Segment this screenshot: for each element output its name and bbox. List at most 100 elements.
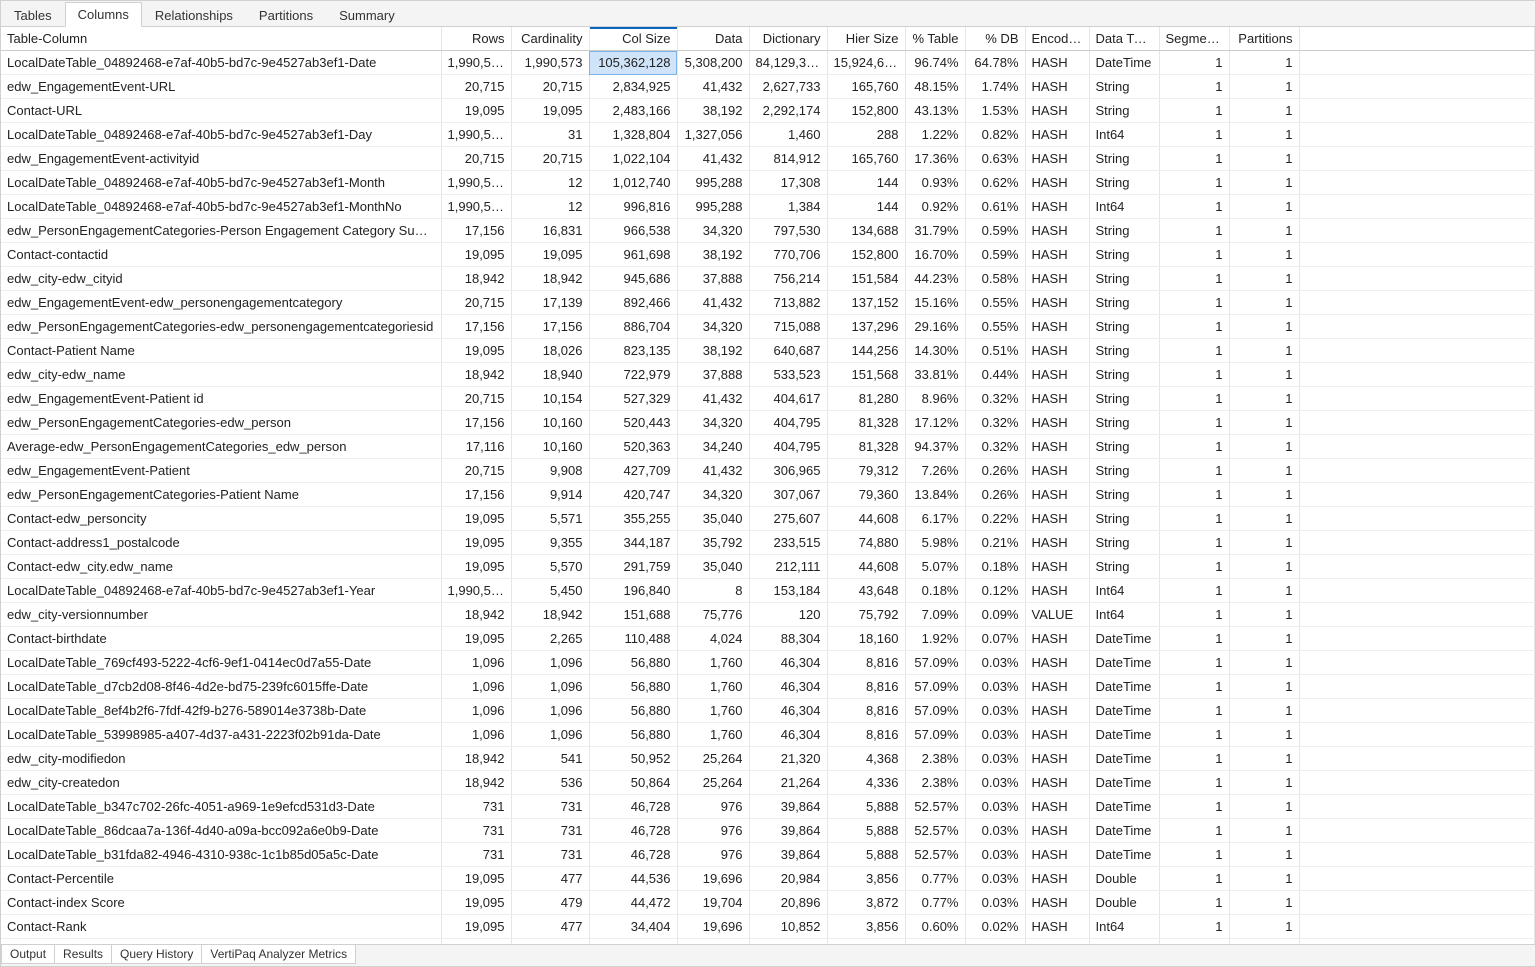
cell-col_size[interactable]: 291,759: [589, 555, 677, 579]
cell-hier[interactable]: 134,688: [827, 219, 905, 243]
bottom-tab-output[interactable]: Output: [1, 945, 55, 964]
cell-card[interactable]: 18,942: [511, 603, 589, 627]
cell-dict[interactable]: 797,530: [749, 219, 827, 243]
cell-name[interactable]: edw_city-edw_cityid: [1, 267, 441, 291]
cell-data[interactable]: 41,432: [677, 387, 749, 411]
cell-enc[interactable]: HASH: [1025, 915, 1089, 939]
cell-dict[interactable]: 39,864: [749, 795, 827, 819]
cell-rows[interactable]: 1,990,573: [441, 51, 511, 75]
cell-ptab[interactable]: 8.96%: [905, 387, 965, 411]
cell-hier[interactable]: 8,816: [827, 675, 905, 699]
cell-hier[interactable]: 144: [827, 171, 905, 195]
cell-part[interactable]: 1: [1229, 795, 1299, 819]
cell-hier[interactable]: 15,924,624: [827, 51, 905, 75]
cell-ptab[interactable]: 2.38%: [905, 771, 965, 795]
cell-card[interactable]: 9,914: [511, 483, 589, 507]
cell-col_size[interactable]: 1,012,740: [589, 171, 677, 195]
cell-dt[interactable]: String: [1089, 363, 1159, 387]
cell-dict[interactable]: 46,304: [749, 723, 827, 747]
cell-data[interactable]: 1,327,056: [677, 123, 749, 147]
cell-dict[interactable]: 2,292,174: [749, 99, 827, 123]
cell-rows[interactable]: 20,715: [441, 75, 511, 99]
cell-pdb[interactable]: 1.74%: [965, 75, 1025, 99]
cell-ptab[interactable]: 17.12%: [905, 411, 965, 435]
cell-col_size[interactable]: 892,466: [589, 291, 677, 315]
cell-name[interactable]: edw_PersonEngagementCategories-edw_perso…: [1, 411, 441, 435]
cell-rows[interactable]: 20,715: [441, 387, 511, 411]
cell-name[interactable]: LocalDateTable_04892468-e7af-40b5-bd7c-9…: [1, 123, 441, 147]
cell-name[interactable]: LocalDateTable_769cf493-5222-4cf6-9ef1-0…: [1, 651, 441, 675]
cell-ptab[interactable]: 44.23%: [905, 267, 965, 291]
cell-col_size[interactable]: 28,992: [589, 939, 677, 945]
cell-fill[interactable]: [1299, 531, 1535, 555]
table-row[interactable]: edw_EngagementEvent-Patient id20,71510,1…: [1, 387, 1535, 411]
cell-seg[interactable]: 1: [1159, 795, 1229, 819]
cell-card[interactable]: 5,571: [511, 507, 589, 531]
cell-part[interactable]: 1: [1229, 651, 1299, 675]
cell-name[interactable]: Contact-index Score: [1, 891, 441, 915]
header-dictionary[interactable]: Dictionary: [749, 27, 827, 51]
cell-dict[interactable]: 17,308: [749, 171, 827, 195]
tab-columns[interactable]: Columns: [65, 2, 142, 27]
cell-col_size[interactable]: 44,472: [589, 891, 677, 915]
cell-rows[interactable]: 19,095: [441, 531, 511, 555]
cell-name[interactable]: edw_PersonEngagementCategories-edw_perso…: [1, 315, 441, 339]
cell-seg[interactable]: 1: [1159, 147, 1229, 171]
cell-seg[interactable]: 1: [1159, 315, 1229, 339]
cell-dict[interactable]: 275,607: [749, 507, 827, 531]
cell-rows[interactable]: 19,095: [441, 99, 511, 123]
cell-fill[interactable]: [1299, 891, 1535, 915]
cell-dt[interactable]: String: [1089, 99, 1159, 123]
cell-card[interactable]: 9,355: [511, 531, 589, 555]
cell-seg[interactable]: 1: [1159, 747, 1229, 771]
cell-name[interactable]: LocalDateTable_b31fda82-4946-4310-938c-1…: [1, 843, 441, 867]
cell-enc[interactable]: HASH: [1025, 435, 1089, 459]
cell-dt[interactable]: DateTime: [1089, 675, 1159, 699]
cell-fill[interactable]: [1299, 219, 1535, 243]
cell-dt[interactable]: DateTime: [1089, 51, 1159, 75]
cell-dt[interactable]: String: [1089, 75, 1159, 99]
cell-pdb[interactable]: 64.78%: [965, 51, 1025, 75]
cell-part[interactable]: 1: [1229, 219, 1299, 243]
cell-enc[interactable]: HASH: [1025, 171, 1089, 195]
cell-part[interactable]: 1: [1229, 531, 1299, 555]
cell-card[interactable]: 731: [511, 795, 589, 819]
cell-dt[interactable]: Int64: [1089, 915, 1159, 939]
cell-seg[interactable]: 1: [1159, 531, 1229, 555]
cell-pdb[interactable]: 0.03%: [965, 819, 1025, 843]
cell-seg[interactable]: 1: [1159, 651, 1229, 675]
cell-seg[interactable]: 1: [1159, 411, 1229, 435]
cell-col_size[interactable]: 46,728: [589, 843, 677, 867]
cell-rows[interactable]: 20,715: [441, 147, 511, 171]
cell-col_size[interactable]: 355,255: [589, 507, 677, 531]
cell-enc[interactable]: HASH: [1025, 339, 1089, 363]
cell-fill[interactable]: [1299, 243, 1535, 267]
cell-hier[interactable]: 165,760: [827, 147, 905, 171]
cell-rows[interactable]: 20,715: [441, 939, 511, 945]
cell-seg[interactable]: 1: [1159, 267, 1229, 291]
cell-ptab[interactable]: 52.57%: [905, 819, 965, 843]
cell-dict[interactable]: 39,864: [749, 819, 827, 843]
cell-pdb[interactable]: 0.07%: [965, 627, 1025, 651]
cell-name[interactable]: edw_city-modifiedon: [1, 747, 441, 771]
cell-pdb[interactable]: 0.55%: [965, 291, 1025, 315]
cell-seg[interactable]: 1: [1159, 939, 1229, 945]
cell-ptab[interactable]: 1.22%: [905, 123, 965, 147]
cell-col_size[interactable]: 50,864: [589, 771, 677, 795]
cell-dt[interactable]: DateTime: [1089, 627, 1159, 651]
cell-hier[interactable]: 288: [827, 123, 905, 147]
grid-scroll[interactable]: Table-Column Rows Cardinality Col Size D…: [1, 27, 1535, 944]
cell-part[interactable]: 1: [1229, 315, 1299, 339]
cell-dt[interactable]: String: [1089, 147, 1159, 171]
cell-card[interactable]: 1,096: [511, 723, 589, 747]
cell-ptab[interactable]: 43.13%: [905, 99, 965, 123]
header-data[interactable]: Data: [677, 27, 749, 51]
cell-pdb[interactable]: 0.82%: [965, 123, 1025, 147]
cell-enc[interactable]: HASH: [1025, 315, 1089, 339]
cell-enc[interactable]: HASH: [1025, 843, 1089, 867]
cell-name[interactable]: edw_EngagementEvent-edw_personengagement…: [1, 291, 441, 315]
cell-card[interactable]: 5,570: [511, 555, 589, 579]
cell-seg[interactable]: 1: [1159, 891, 1229, 915]
cell-col_size[interactable]: 966,538: [589, 219, 677, 243]
cell-enc[interactable]: HASH: [1025, 483, 1089, 507]
